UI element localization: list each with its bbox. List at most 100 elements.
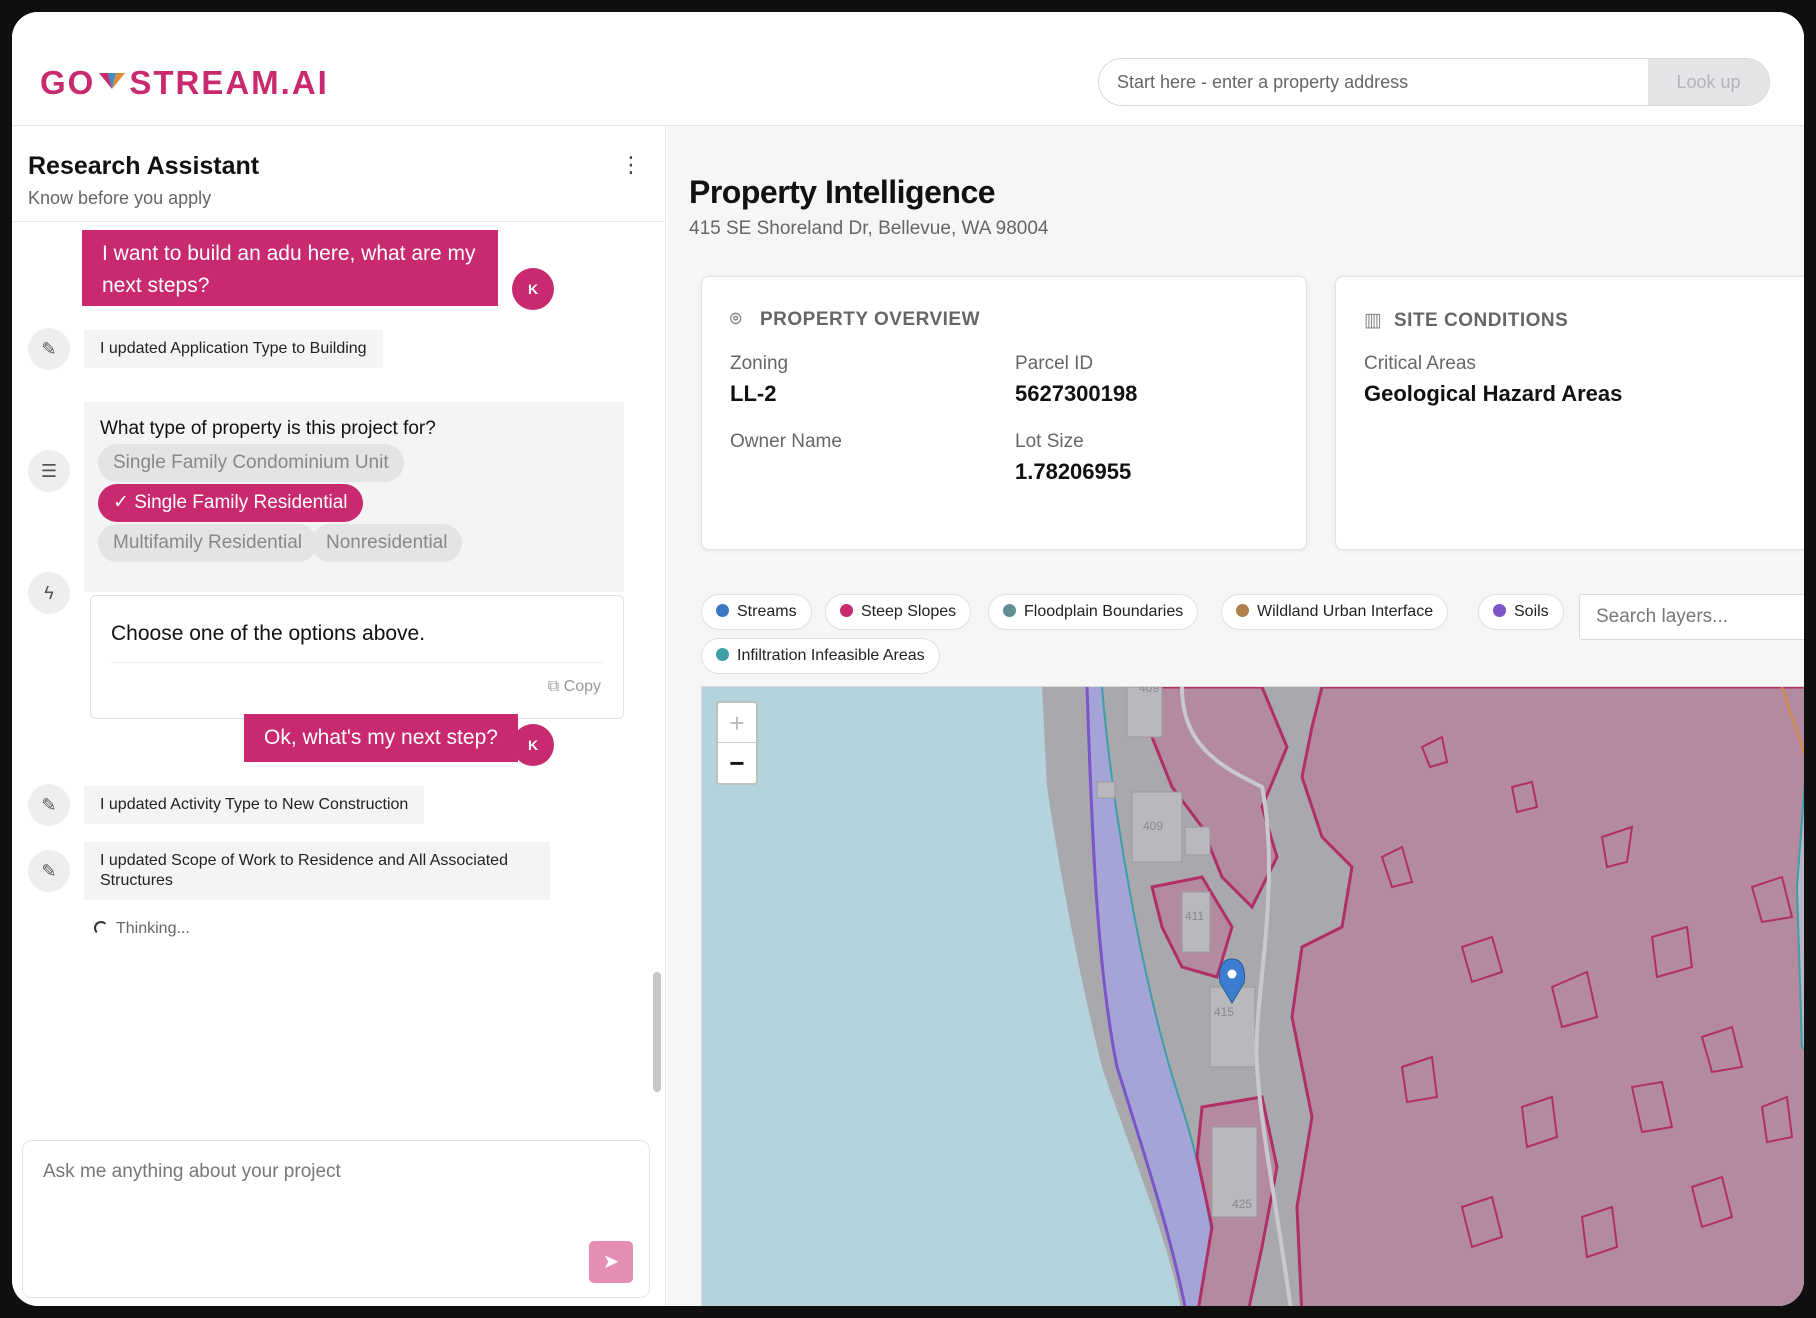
lot-size-label: Lot Size xyxy=(1015,431,1084,452)
lookup-button[interactable]: Look up xyxy=(1648,59,1769,105)
building-footprint xyxy=(1096,781,1116,799)
layer-chip-steep-slopes[interactable]: Steep Slopes xyxy=(825,594,972,630)
layer-chip-infiltration[interactable]: Infiltration Infeasible Areas xyxy=(701,638,940,674)
layer-color-dot xyxy=(840,604,853,617)
parcel-label: 415 xyxy=(1214,1005,1235,1019)
zoom-control: + − xyxy=(716,701,758,785)
logo-text-left: GO xyxy=(40,64,96,101)
layer-color-dot xyxy=(1003,604,1016,617)
option-label: Single Family Residential xyxy=(134,492,348,513)
lot-size-value: 1.78206955 xyxy=(1015,459,1132,484)
user-avatar: K xyxy=(512,724,554,766)
parcel-label: 409 xyxy=(1139,686,1160,695)
kebab-icon[interactable]: ⋮ xyxy=(620,154,642,178)
pencil-icon: ✎ xyxy=(28,784,70,826)
copy-icon: ⧉ xyxy=(547,678,564,695)
thinking-indicator: Thinking... xyxy=(94,920,190,938)
critical-areas-label: Critical Areas xyxy=(1364,353,1476,374)
building-footprint xyxy=(1184,826,1211,856)
logo-v-icon xyxy=(99,73,126,89)
layer-chip-wildland[interactable]: Wildland Urban Interface xyxy=(1221,594,1449,630)
logo-text-right: STREAM.AI xyxy=(129,64,329,101)
send-icon: ➤ xyxy=(602,1251,620,1273)
parcel-value: 5627300198 xyxy=(1015,381,1138,406)
chat-input[interactable] xyxy=(23,1141,649,1297)
option-chip-selected[interactable]: ✓ Single Family Residential xyxy=(98,484,363,522)
layer-color-dot xyxy=(1493,604,1506,617)
location-pin-icon: ⌾ xyxy=(730,309,742,330)
parcel-label: 409 xyxy=(1143,819,1164,833)
steep-slopes-area xyxy=(1290,687,1804,1306)
layer-label: Infiltration Infeasible Areas xyxy=(737,647,925,664)
user-avatar: K xyxy=(512,268,554,310)
option-chip[interactable]: Single Family Condominium Unit xyxy=(98,444,404,482)
layer-chip-streams[interactable]: Streams xyxy=(701,594,812,630)
panel-header: Research Assistant Know before you apply… xyxy=(12,126,665,222)
property-overview-card: ⌾ PROPERTY OVERVIEW Zoning LL-2 Parcel ID… xyxy=(701,276,1307,550)
layer-label: Floodplain Boundaries xyxy=(1024,603,1184,620)
divider xyxy=(111,662,603,663)
map-view[interactable]: 409 411 415 425 409 42 + − xyxy=(701,686,1804,1306)
map-canvas xyxy=(1042,687,1804,1306)
update-note: I updated Activity Type to New Construct… xyxy=(84,786,425,824)
layer-label: Soils xyxy=(1514,603,1549,620)
option-chip[interactable]: Multifamily Residential xyxy=(98,524,318,562)
spinner-icon xyxy=(94,921,108,935)
critical-areas-value: Geological Hazard Areas xyxy=(1364,381,1623,406)
layer-color-dot xyxy=(1236,604,1249,617)
layer-chip-floodplain[interactable]: Floodplain Boundaries xyxy=(988,594,1199,630)
pencil-icon: ✎ xyxy=(28,328,70,370)
user-message: I want to build an adu here, what are my… xyxy=(82,230,498,306)
govstream-logo[interactable]: GO STREAM.AI xyxy=(40,64,329,102)
layer-search-input[interactable] xyxy=(1579,594,1804,640)
property-intelligence-panel: Property Intelligence 415 SE Shoreland D… xyxy=(667,126,1804,1306)
chat-composer: ➤ xyxy=(22,1140,650,1298)
zoning-label: Zoning xyxy=(730,353,789,374)
copy-label: Copy xyxy=(563,678,601,695)
card-heading: ▥ SITE CONDITIONS xyxy=(1364,309,1568,332)
thinking-label: Thinking... xyxy=(116,920,190,937)
panel-title: Research Assistant xyxy=(28,152,260,180)
app-window: GO STREAM.AI Look up Research Assistant K… xyxy=(12,12,1804,1306)
chat-thread: I want to build an adu here, what are my… xyxy=(12,222,666,1082)
layer-label: Steep Slopes xyxy=(861,603,957,620)
reply-text: Choose one of the options above. xyxy=(111,622,426,645)
address-search: Look up xyxy=(1098,58,1770,106)
update-note: I updated Scope of Work to Residence and… xyxy=(84,842,550,900)
lightning-icon: ϟ xyxy=(28,572,70,614)
list-icon: ☰ xyxy=(28,450,70,492)
site-conditions-card: ▥ SITE CONDITIONS Critical Areas Geologic… xyxy=(1335,276,1804,550)
parcel-label: Parcel ID xyxy=(1015,353,1094,374)
parcel-label: 411 xyxy=(1185,909,1205,923)
top-bar: GO STREAM.AI Look up xyxy=(12,12,1804,126)
zoning-value: LL-2 xyxy=(730,381,777,406)
card-heading: ⌾ PROPERTY OVERVIEW xyxy=(730,309,980,331)
send-button[interactable]: ➤ xyxy=(589,1241,633,1283)
card-heading-text: PROPERTY OVERVIEW xyxy=(760,309,981,330)
zoom-in-button[interactable]: + xyxy=(718,703,756,743)
layer-chip-soils[interactable]: Soils xyxy=(1478,594,1564,630)
page-title: Property Intelligence xyxy=(689,174,996,210)
owner-label: Owner Name xyxy=(730,431,842,452)
assistant-reply: Choose one of the options above. ⧉ Copy xyxy=(90,595,624,719)
option-chip[interactable]: Nonresidential xyxy=(311,524,463,562)
check-icon: ✓ xyxy=(113,492,135,513)
chat-scrollbar[interactable] xyxy=(653,972,661,1092)
layer-label: Streams xyxy=(737,603,797,620)
address-input[interactable] xyxy=(1099,59,1650,105)
update-note: I updated Application Type to Building xyxy=(84,330,383,368)
copy-button[interactable]: ⧉ Copy xyxy=(548,678,601,696)
panel-subtitle: Know before you apply xyxy=(28,188,212,208)
layer-color-dot xyxy=(716,604,729,617)
building-icon: ▥ xyxy=(1364,310,1383,331)
layer-color-dot xyxy=(716,648,729,661)
question-text: What type of property is this project fo… xyxy=(100,418,436,439)
card-heading-text: SITE CONDITIONS xyxy=(1394,310,1569,331)
parcel-label: 425 xyxy=(1232,1197,1253,1211)
pencil-icon: ✎ xyxy=(28,850,70,892)
question-card: What type of property is this project fo… xyxy=(84,402,624,592)
property-address: 415 SE Shoreland Dr, Bellevue, WA 98004 xyxy=(689,218,1049,239)
zoom-out-button[interactable]: − xyxy=(718,743,756,783)
research-assistant-panel: Research Assistant Know before you apply… xyxy=(12,126,666,1306)
layer-label: Wildland Urban Interface xyxy=(1257,603,1434,620)
